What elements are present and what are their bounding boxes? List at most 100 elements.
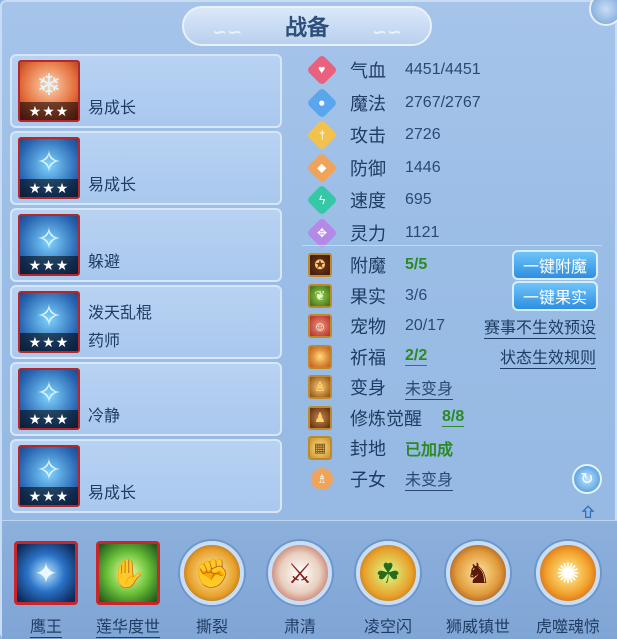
bottom-skill[interactable]: ✦ 鹰王 <box>6 541 86 638</box>
attr-row-cultivate[interactable]: ♟ 修炼觉醒 8/8 <box>308 403 608 434</box>
stat-row: ◆ 防御 1446 <box>306 152 608 185</box>
attr-value: 已加成 <box>405 442 454 460</box>
skill-card-label: 易成长 <box>88 177 137 194</box>
skill-card-label: 冷静 <box>88 408 121 425</box>
bottom-skill-name: 鹰王 <box>29 613 62 638</box>
attr-value[interactable]: 8/8 <box>442 408 465 428</box>
eagle-king-skill-icon: ✦ <box>14 541 78 605</box>
pet-icon: ✧ ★★★ <box>18 137 80 199</box>
stat-label: 魔法 <box>350 93 386 114</box>
skill-card-label: 易成长 <box>88 485 137 502</box>
lotus-palm-skill-icon: ✋ <box>96 541 160 605</box>
bottom-skill[interactable]: ♞ 狮威镇世 <box>438 541 518 637</box>
bottom-skill-name: 虎噬魂惊 <box>535 619 600 636</box>
stats-list: ♥ 气血 4451/4451 ● 魔法 2767/2767 † 攻击 2726 … <box>306 54 608 249</box>
attr-value: 5/5 <box>405 256 428 274</box>
stat-row: ♥ 气血 4451/4451 <box>306 54 608 87</box>
pet-portrait-icon: ☺ <box>308 314 332 339</box>
stat-value: 2767/2767 <box>405 93 481 111</box>
tear-skill-icon: ✊ <box>180 541 244 605</box>
attr-label: 修炼觉醒 <box>350 408 422 429</box>
bottom-skill-name: 莲华度世 <box>95 613 160 638</box>
skill-card-label: 躲避 <box>88 254 121 271</box>
skill-card[interactable]: ✧ ★★★ 躲避 <box>10 208 282 282</box>
heart-icon: ♥ <box>306 54 338 86</box>
attr-value: 3/6 <box>405 286 428 304</box>
skill-card[interactable]: ✧ ★★★ 易成长 <box>10 131 282 205</box>
attr-label: 果实 <box>350 286 386 307</box>
bottom-skill-name: 撕裂 <box>195 619 228 636</box>
transform-icon: ♙ <box>308 375 332 400</box>
panel-title: 战备 <box>284 15 329 40</box>
skill-card[interactable]: ✧ ★★★ 泼天乱棍 药师 <box>10 285 282 359</box>
attr-label: 封地 <box>350 439 386 460</box>
skill-card[interactable]: ✧ ★★★ 易成长 <box>10 439 282 513</box>
attr-row-enchant[interactable]: ✪ 附魔 5/5 一键附魔 <box>308 250 608 281</box>
bottom-skill[interactable]: ✊ 撕裂 <box>172 541 252 637</box>
attr-value[interactable]: 2/2 <box>405 347 428 367</box>
magic-icon: ● <box>306 87 338 119</box>
lightning-icon: ϟ <box>306 184 338 216</box>
sword-icon: † <box>306 119 338 151</box>
skill-card-title: 泼天乱棍 <box>88 305 153 322</box>
refresh-icon[interactable]: ↻ <box>572 464 602 494</box>
attr-row-bless[interactable]: ☀ 祈福 2/2 状态生效规则 <box>308 342 608 373</box>
attr-row-transform[interactable]: ♙ 变身 未变身 <box>308 372 608 403</box>
pet-skill-list: ❄ ★★★ 易成长 ✧ ★★★ 易成长 ✧ ★★★ 躲避 ✧ ★★★ 泼天乱棍 药师 ✧… <box>10 54 282 516</box>
stat-row: † 攻击 2726 <box>306 119 608 152</box>
stat-value: 2726 <box>405 126 441 144</box>
stat-label: 灵力 <box>350 223 386 244</box>
attr-label: 附魔 <box>350 256 386 277</box>
fief-icon: ▦ <box>308 436 332 461</box>
attr-row-fruit[interactable]: ❦ 果实 3/6 一键果实 <box>308 280 608 312</box>
attr-row-fief[interactable]: ▦ 封地 已加成 <box>308 433 608 464</box>
star-rating: ★★★ <box>20 487 78 505</box>
status-rules-link[interactable]: 状态生效规则 <box>499 344 596 370</box>
battle-prep-panel: ∽∽ 战备 ∽∽ ❄ ★★★ 易成长 ✧ ★★★ 易成长 ✧ ★★★ 躲避 ✧ ★★★ … <box>0 0 617 639</box>
pet-icon: ✧ ★★★ <box>18 214 80 276</box>
air-flash-skill-icon: ☘ <box>356 541 420 605</box>
bottom-skill[interactable]: ✺ 虎噬魂惊 <box>528 541 608 637</box>
purge-skill-icon: ⚔ <box>268 541 332 605</box>
attr-value[interactable]: 未变身 <box>405 375 454 400</box>
skill-card[interactable]: ✧ ★★★ 冷静 <box>10 362 282 436</box>
bottom-skill[interactable]: ✋ 莲华度世 <box>88 541 168 638</box>
bottom-skill-name: 狮威镇世 <box>445 619 510 636</box>
fruit-icon: ❦ <box>308 283 332 308</box>
close-button[interactable] <box>589 0 617 26</box>
child-icon: ♗ <box>311 467 333 490</box>
attr-label: 宠物 <box>350 317 386 338</box>
skill-card[interactable]: ❄ ★★★ 易成长 <box>10 54 282 128</box>
skill-card-label: 药师 <box>88 333 121 350</box>
bottom-skill-name: 凌空闪 <box>363 619 412 636</box>
spirit-icon: ✥ <box>306 217 338 249</box>
attr-label: 子女 <box>350 469 386 490</box>
attr-label: 变身 <box>350 378 386 399</box>
pet-icon: ✧ ★★★ <box>18 368 80 430</box>
attr-row-pet[interactable]: ☺ 宠物 20/17 赛事不生效预设 <box>308 311 608 342</box>
bottom-skill[interactable]: ⚔ 肃清 <box>260 541 340 637</box>
stat-label: 速度 <box>350 191 386 212</box>
cultivate-icon: ♟ <box>308 405 332 430</box>
fruit-all-button[interactable]: 一键果实 <box>512 280 598 311</box>
star-rating: ★★★ <box>20 256 78 274</box>
stat-value: 1121 <box>405 223 440 241</box>
attribute-list: ✪ 附魔 5/5 一键附魔 ❦ 果实 3/6 一键果实 ☺ 宠物 20/17 赛… <box>308 250 608 494</box>
attr-value: 20/17 <box>405 317 446 335</box>
enchant-all-button[interactable]: 一键附魔 <box>512 250 598 281</box>
bottom-skill[interactable]: ☘ 凌空闪 <box>348 541 428 637</box>
event-preset-link[interactable]: 赛事不生效预设 <box>483 314 596 339</box>
stat-label: 防御 <box>350 158 386 179</box>
stat-value: 1446 <box>405 158 441 176</box>
star-rating: ★★★ <box>20 410 78 428</box>
title-ornament-right: ∽∽ <box>371 22 402 42</box>
attr-row-child[interactable]: ♗ 子女 未变身 <box>308 464 608 495</box>
bless-icon: ☀ <box>308 344 332 369</box>
stat-value: 4451/4451 <box>405 61 481 79</box>
pet-icon: ✧ ★★★ <box>18 445 80 507</box>
skill-card-label: 易成长 <box>88 100 137 117</box>
skill-bar: ✦ 鹰王 ✋ 莲华度世 ✊ 撕裂 ⚔ 肃清 ☘ 凌空闪 ♞ 狮威镇世 ✺ 虎噬魂… <box>2 520 617 639</box>
title-ornament-left: ∽∽ <box>212 22 243 42</box>
attr-value[interactable]: 未变身 <box>405 466 454 492</box>
stat-row: ● 魔法 2767/2767 <box>306 87 608 120</box>
